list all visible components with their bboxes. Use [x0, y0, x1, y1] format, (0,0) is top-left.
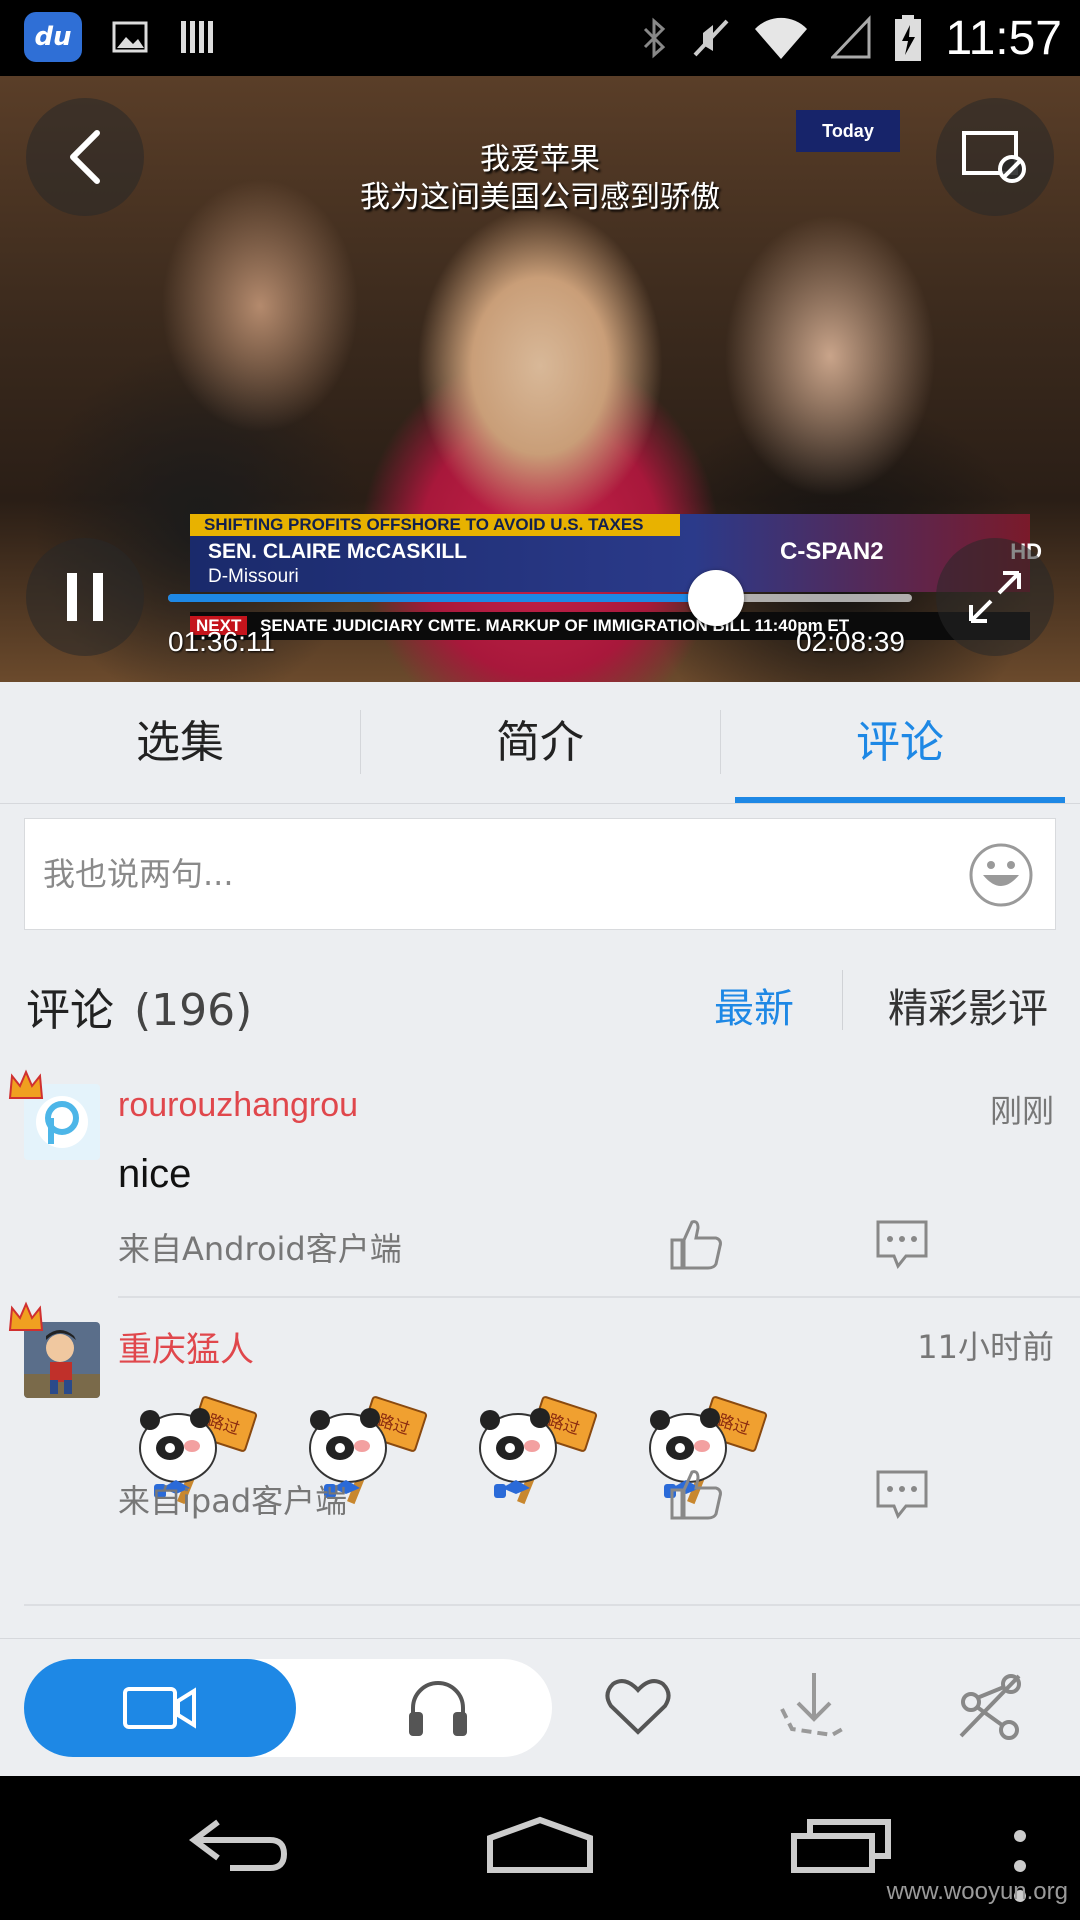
comments-title-text: 评论: [26, 985, 114, 1036]
nav-recents-button[interactable]: [788, 1816, 894, 1876]
barcode-notification-icon: [181, 21, 213, 53]
video-mode-button[interactable]: [24, 1659, 296, 1757]
progress-fill: [168, 594, 717, 602]
comment-text: nice: [118, 1152, 192, 1196]
reply-icon[interactable]: [872, 1216, 932, 1272]
mute-icon: [693, 19, 729, 57]
subtitle-line-2: 我为这间美国公司感到骄傲: [360, 180, 720, 215]
cast-button[interactable]: [936, 98, 1054, 216]
bluetooth-icon: [644, 17, 666, 59]
navigation-bar: www.wooyun.org: [0, 1776, 1080, 1920]
comment-divider: [24, 1604, 1080, 1606]
thumbs-up-icon[interactable]: [666, 1466, 726, 1522]
headphones-icon: [409, 1681, 467, 1736]
download-button[interactable]: [772, 1667, 852, 1747]
image-notification-icon: [112, 21, 148, 53]
comment-username[interactable]: rourouzhangrou: [118, 1086, 358, 1125]
sort-featured-button[interactable]: 精彩影评: [888, 976, 1048, 1034]
comment-source: 来自Android客户端: [118, 1230, 402, 1268]
video-overlay-name: SEN. CLAIRE McCASKILL: [208, 540, 468, 563]
nav-back-button[interactable]: [186, 1816, 290, 1876]
comment-source: 来自ipad客户端: [118, 1482, 348, 1520]
tab-episodes[interactable]: 选集: [0, 682, 360, 803]
comment-divider: [118, 1296, 1080, 1298]
battery-charging-icon: [895, 15, 922, 61]
comments-panel: 评论 (196) 最新 精彩影评 rourouzhangrou 刚刚 nice 来…: [0, 804, 1080, 1638]
fullscreen-button[interactable]: [936, 538, 1054, 656]
video-overlay-banner: SHIFTING PROFITS OFFSHORE TO AVOID U.S. …: [190, 514, 680, 536]
comment-box[interactable]: [24, 818, 1056, 930]
progress-bar[interactable]: [168, 570, 912, 626]
video-icon: [123, 1687, 196, 1729]
watermark: www.wooyun.org: [886, 1878, 1068, 1905]
video-player[interactable]: Today 我爱苹果 我为这间美国公司感到骄傲 SHIFTING PROFITS…: [0, 76, 1080, 682]
audio-mode-button[interactable]: [324, 1659, 552, 1757]
action-bar: [0, 1638, 1080, 1776]
reply-icon[interactable]: [872, 1466, 932, 1522]
ticker-text: SENATE JUDICIARY CMTE. MARKUP OF IMMIGRA…: [260, 616, 850, 635]
pause-icon: [67, 573, 103, 621]
recents-icon: [791, 1819, 891, 1873]
cast-screen-icon: [962, 131, 1026, 183]
expand-icon: [969, 571, 1021, 623]
progress-thumb[interactable]: [688, 570, 745, 626]
channel-label: C-SPAN2: [780, 538, 884, 565]
clock: 11:57: [945, 11, 1062, 65]
current-time: 01:36:11: [168, 626, 275, 657]
total-time: 02:08:39: [796, 626, 905, 657]
sort-latest-button[interactable]: 最新: [714, 976, 794, 1034]
signal-icon: [831, 15, 871, 59]
status-bar: du 11:57: [0, 0, 1080, 76]
back-button[interactable]: [26, 98, 144, 216]
back-arrow-icon: [189, 1819, 288, 1871]
crown-icon: [8, 1069, 44, 1099]
tab-intro[interactable]: 简介: [360, 682, 720, 803]
comment-time: 刚刚: [989, 1092, 1054, 1130]
comments-count: (196): [134, 985, 253, 1036]
emoji-icon[interactable]: [967, 841, 1035, 909]
heart-icon: [605, 1679, 671, 1735]
nav-home-button[interactable]: [484, 1816, 596, 1876]
tab-comments[interactable]: 评论: [720, 682, 1080, 803]
panda-sticker: 路过: [479, 1396, 598, 1505]
share-button[interactable]: [952, 1667, 1032, 1747]
crown-icon: [8, 1301, 44, 1331]
comment-time: 11小时前: [917, 1328, 1054, 1366]
comment-input[interactable]: [43, 819, 943, 929]
video-overlay-state: D-Missouri: [208, 566, 299, 587]
favorite-button[interactable]: [598, 1667, 678, 1747]
pause-button[interactable]: [26, 538, 144, 656]
thumbs-up-icon[interactable]: [666, 1216, 726, 1272]
download-icon: [780, 1673, 847, 1738]
media-mode-toggle: [24, 1659, 552, 1757]
comments-title: 评论 (196): [26, 974, 252, 1038]
wifi-icon: [755, 17, 808, 59]
sort-divider: [842, 970, 843, 1030]
share-icon: [959, 1674, 1021, 1740]
tab-bar: 选集 简介 评论: [0, 682, 1080, 804]
home-icon: [487, 1816, 593, 1873]
baidu-app-icon: du: [24, 12, 82, 62]
chevron-left-icon: [70, 130, 100, 184]
comment-username[interactable]: 重庆猛人: [118, 1322, 254, 1371]
